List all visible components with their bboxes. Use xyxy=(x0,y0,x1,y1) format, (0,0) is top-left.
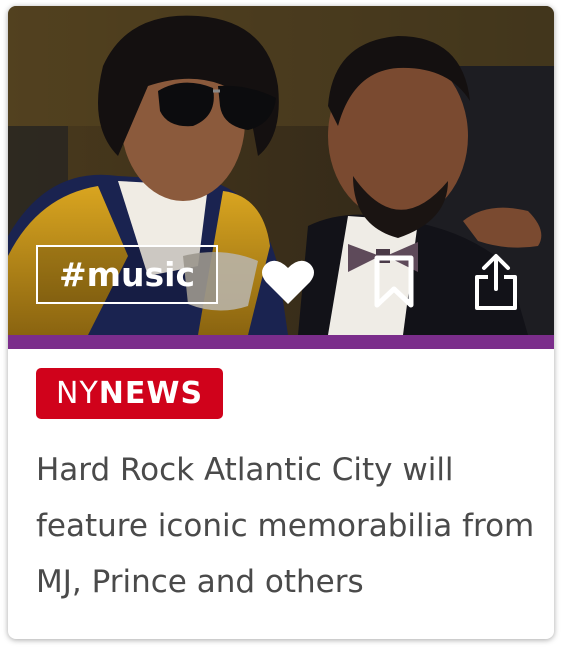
like-button[interactable] xyxy=(258,252,318,312)
source-suffix: NEWS xyxy=(98,376,204,411)
accent-bar xyxy=(8,335,554,349)
share-button[interactable] xyxy=(466,252,526,312)
hashtag-tag[interactable]: #music xyxy=(36,245,218,304)
news-card[interactable]: #music NYNEWS Hard Rock Atlantic City wi… xyxy=(8,6,554,639)
share-icon xyxy=(475,254,517,310)
source-badge[interactable]: NYNEWS xyxy=(36,368,224,419)
bookmark-icon xyxy=(374,255,414,308)
heart-icon xyxy=(262,260,314,304)
bookmark-button[interactable] xyxy=(364,252,424,312)
article-headline[interactable]: Hard Rock Atlantic City will feature ico… xyxy=(36,442,536,610)
article-photo[interactable]: #music xyxy=(8,6,554,335)
source-prefix: NY xyxy=(56,376,99,411)
